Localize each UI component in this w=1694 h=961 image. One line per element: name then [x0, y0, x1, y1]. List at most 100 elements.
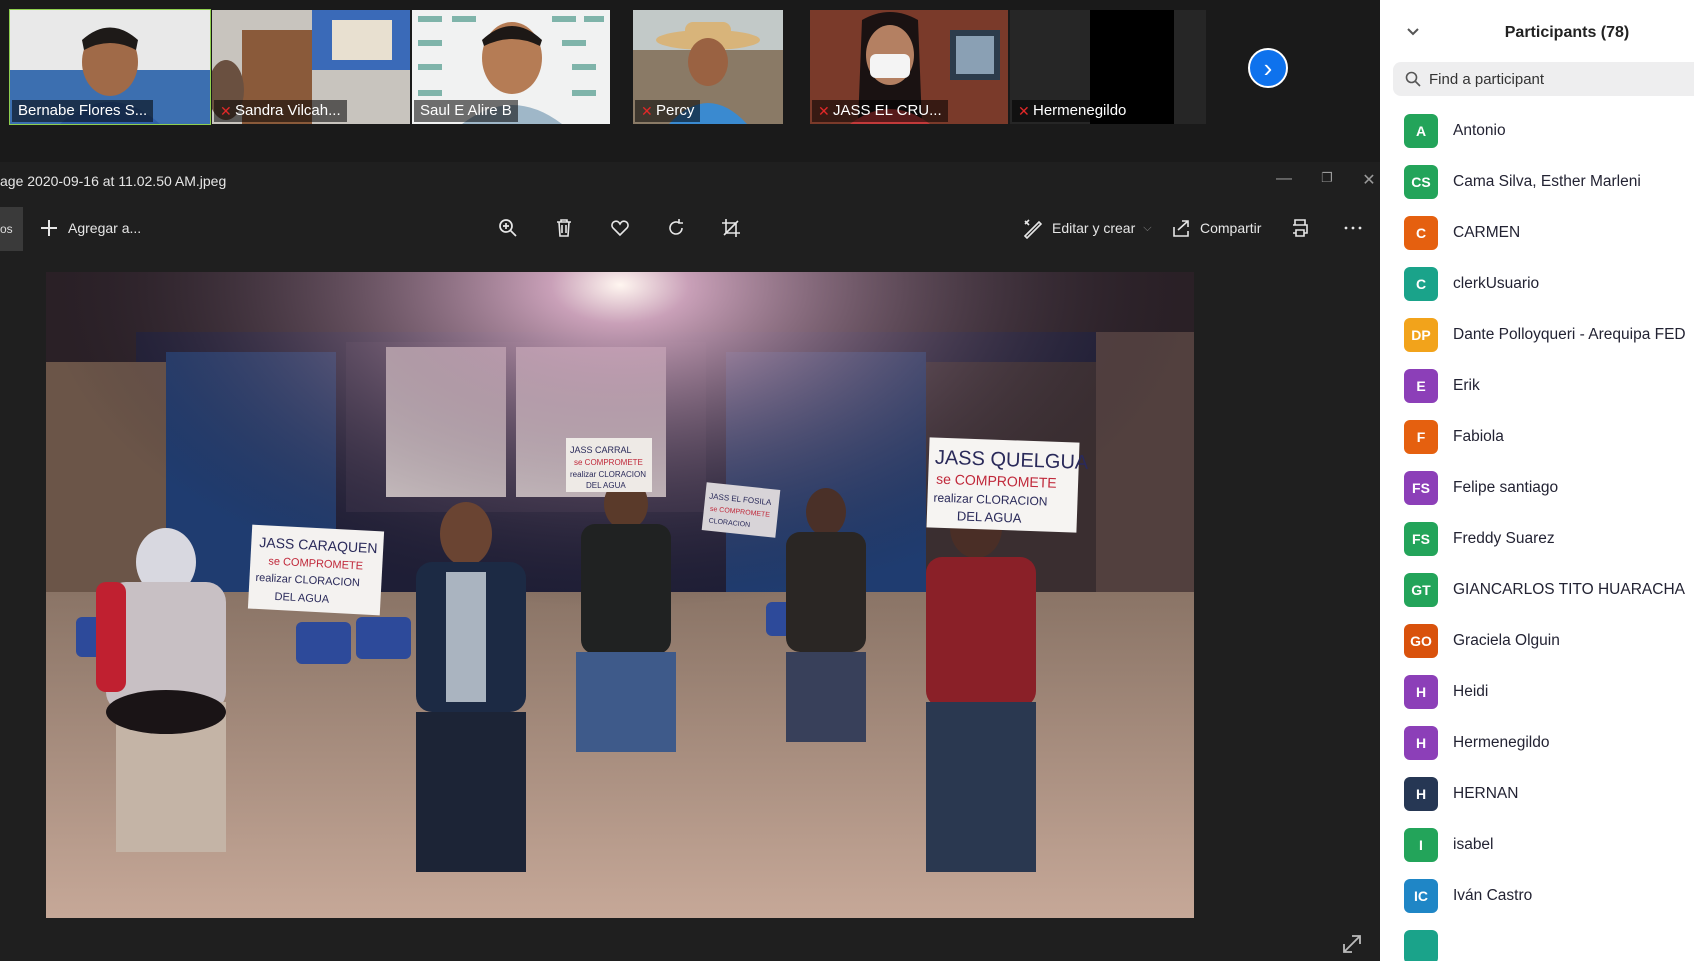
edit-create-button[interactable]: Editar y crear ⌵ [1022, 217, 1152, 239]
chevron-down-icon: ⌵ [1143, 221, 1152, 234]
share-icon [1173, 220, 1189, 237]
displayed-photo: JASS CARAQUEN se COMPROMETE realizar CLO… [46, 272, 1194, 918]
favorite-button[interactable] [609, 217, 631, 239]
participant-name: HERNAN [1453, 784, 1519, 802]
avatar: IC [1404, 878, 1438, 913]
participant-row[interactable]: F Fabiola [1380, 411, 1694, 462]
participant-name: clerkUsuario [1453, 274, 1540, 292]
share-button[interactable]: Compartir [1170, 217, 1261, 239]
mic-muted-icon: ✕ [641, 103, 653, 119]
video-gallery: Bernabe Flores S... ✕ Sandra Vilcah... S… [0, 0, 1380, 160]
participant-name: Dante Polloyqueri - Arequipa FED [1453, 325, 1686, 343]
avatar: I [1404, 827, 1438, 862]
participant-row[interactable]: H Heidi [1380, 666, 1694, 717]
photo-viewer-window: age 2020-09-16 at 11.02.50 AM.jpeg — ❐ ✕… [0, 162, 1380, 961]
participant-row[interactable]: DP Dante Polloyqueri - Arequipa FED [1380, 309, 1694, 360]
video-tile[interactable]: ✕ Sandra Vilcah... [212, 10, 410, 124]
participant-name: Iván Castro [1453, 886, 1533, 904]
zoom-button[interactable] [497, 217, 519, 239]
participant-name: JASS EL CRU... [833, 102, 942, 119]
participant-name: Hermenegildo [1453, 733, 1550, 751]
viewer-toolbar: os Agregar a... Editar y crear ⌵ Compart… [0, 207, 1380, 251]
crop-icon [722, 219, 740, 237]
participant-name: Freddy Suarez [1453, 529, 1555, 547]
delete-button[interactable] [553, 217, 575, 239]
participant-name-label: Saul E Alire B [414, 100, 518, 122]
protest-sign: JASS EL FOSILA se COMPROMETE CLORACION [701, 482, 781, 538]
participant-row[interactable]: E Erik [1380, 360, 1694, 411]
participant-list: A Antonio CS Cama Silva, Esther Marleni C CAR… [1380, 105, 1694, 961]
participant-search-input[interactable] [1429, 70, 1679, 88]
participant-row[interactable]: IC Iván Castro [1380, 870, 1694, 921]
participant-name: Cama Silva, Esther Marleni [1453, 172, 1641, 190]
edit-icon [1023, 219, 1043, 239]
edit-create-label: Editar y crear [1052, 220, 1136, 236]
participant-name: Erik [1453, 376, 1480, 394]
video-tile[interactable]: Bernabe Flores S... [9, 9, 211, 125]
participant-row[interactable]: GO Graciela Olguin [1380, 615, 1694, 666]
svg-text:DEL AGUA: DEL AGUA [586, 481, 626, 490]
participant-name-label: ✕ Sandra Vilcah... [214, 100, 347, 122]
rotate-icon [669, 219, 683, 235]
mic-muted-icon: ✕ [1018, 103, 1030, 119]
participant-name: Heidi [1453, 682, 1489, 700]
participant-row[interactable]: FS Felipe santiago [1380, 462, 1694, 513]
participant-row[interactable]: CclerkUsuario [1380, 258, 1694, 309]
printer-icon [1293, 219, 1308, 237]
video-tile[interactable]: Saul E Alire B [412, 10, 610, 124]
participant-name: CARMEN [1453, 223, 1521, 241]
participant-name: Hermenegildo [1033, 102, 1127, 119]
plus-icon [41, 220, 57, 236]
protest-sign: JASS QUELGUA se COMPROMETE realizar CLOR… [926, 437, 1089, 533]
viewer-title-bar: age 2020-09-16 at 11.02.50 AM.jpeg — ❐ ✕ [0, 162, 1380, 200]
panel-header: Participants (78) [1380, 0, 1694, 62]
participant-name: Antonio [1453, 121, 1506, 139]
video-tile[interactable]: ✕ JASS EL CRU... [810, 10, 1008, 124]
participant-row[interactable]: H HERNAN [1380, 768, 1694, 819]
participant-row[interactable]: FS Freddy Suarez [1380, 513, 1694, 564]
participant-search-box[interactable] [1393, 62, 1694, 96]
avatar [1404, 929, 1438, 961]
participant-name: isabel [1453, 835, 1494, 853]
participant-name-label: Bernabe Flores S... [12, 100, 154, 122]
participant-name: Sandra Vilcah... [235, 102, 341, 119]
mic-muted-icon: ✕ [818, 103, 830, 119]
avatar: GO [1404, 623, 1438, 658]
participant-row[interactable]: C CARMEN [1380, 207, 1694, 258]
avatar: H [1404, 674, 1438, 709]
trash-icon [557, 219, 571, 237]
rotate-button[interactable] [665, 217, 687, 239]
expand-icon[interactable] [1340, 932, 1364, 956]
add-to-button[interactable]: Agregar a... [38, 217, 141, 239]
avatar: FS [1404, 521, 1438, 556]
participant-name-label: ✕ Hermenegildo [1012, 100, 1133, 122]
participant-row[interactable]: GT GIANCARLOS TITO HUARACHA [1380, 564, 1694, 615]
crop-button[interactable] [720, 217, 742, 239]
zoom-in-icon [499, 219, 517, 237]
protest-sign: JASS CARRAL se COMPROMETE realizar CLORA… [566, 438, 652, 492]
video-tile[interactable]: ✕ Percy [633, 10, 783, 124]
avatar: H [1404, 725, 1438, 760]
mic-muted-icon: ✕ [220, 103, 232, 119]
participant-name: Felipe santiago [1453, 478, 1559, 496]
participant-name-label: ✕ JASS EL CRU... [812, 100, 948, 122]
back-button[interactable]: os [0, 207, 23, 251]
participant-row[interactable]: CS Cama Silva, Esther Marleni [1380, 156, 1694, 207]
print-button[interactable] [1289, 217, 1311, 239]
maximize-button[interactable]: ❐ [1312, 170, 1342, 186]
participant-row[interactable]: A Antonio [1380, 105, 1694, 156]
chevron-right-icon: › [1263, 53, 1273, 83]
participant-row[interactable]: Iisabel [1380, 819, 1694, 870]
participant-row[interactable]: H Hermenegildo [1380, 717, 1694, 768]
avatar: A [1404, 113, 1438, 148]
more-options-button[interactable] [1342, 217, 1364, 239]
participant-name: GIANCARLOS TITO HUARACHA [1453, 580, 1685, 598]
minimize-button[interactable]: — [1269, 170, 1299, 188]
svg-text:se COMPROMETE: se COMPROMETE [574, 458, 643, 467]
video-tile[interactable]: ✕ Hermenegildo [1010, 10, 1206, 124]
next-page-button[interactable]: › [1248, 48, 1288, 88]
svg-text:realizar CLORACION: realizar CLORACION [570, 470, 646, 479]
search-icon [1405, 71, 1421, 87]
avatar: C [1404, 215, 1438, 250]
participant-row[interactable] [1380, 921, 1694, 961]
